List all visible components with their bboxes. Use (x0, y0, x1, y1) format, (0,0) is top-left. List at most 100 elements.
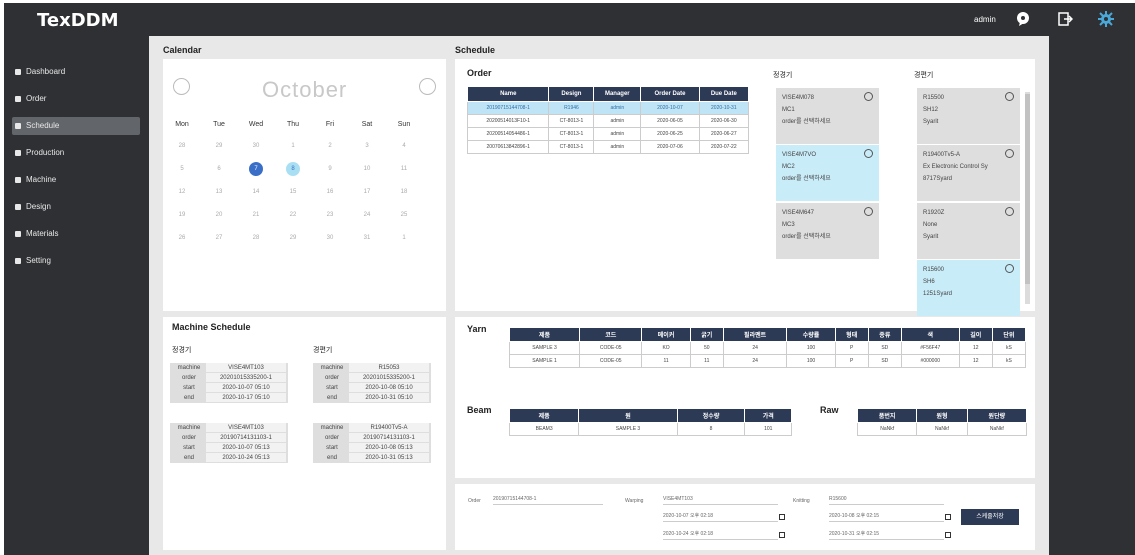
knitting-start-input[interactable]: 2020-10-08 오후 02:15 (829, 511, 944, 522)
warping-schedule-block[interactable]: machine VISE4MT103 order 20201015335200-1 st… (170, 363, 288, 403)
calendar-day[interactable]: 10 (360, 162, 374, 176)
info-icon[interactable] (1005, 207, 1014, 216)
yarn-column-header[interactable]: 굵기 (689, 327, 724, 342)
knitting-card[interactable]: R15600 SH6 1251Syard (917, 260, 1020, 316)
calendar-day[interactable]: 13 (212, 185, 226, 199)
calendar-day[interactable]: 31 (360, 231, 374, 245)
calendar-day[interactable]: 27 (212, 231, 226, 245)
beam-row[interactable]: BEAM3 SAMPLE 3 8 101 (508, 422, 792, 436)
calendar-day[interactable]: 14 (249, 185, 263, 199)
order-column-header[interactable]: Order Date (640, 86, 700, 102)
calendar-day[interactable]: 29 (286, 231, 300, 245)
order-row[interactable]: 20200514054486-1 CT-8013-1 admin 2020-06-25… (466, 127, 750, 141)
knitting-scrollbar[interactable] (1025, 92, 1030, 304)
calendar-day[interactable]: 26 (175, 231, 189, 245)
warping-start-input[interactable]: 2020-10-07 오후 02:18 (663, 511, 778, 522)
yarn-row[interactable]: SAMPLE 1 CODE-05 11 11 24 100 P SD #000000 12 kS (508, 354, 1027, 368)
yarn-column-header[interactable]: 색 (900, 327, 960, 342)
settings-gear-icon[interactable] (1098, 11, 1114, 27)
calendar-day[interactable]: 1 (397, 231, 411, 245)
raw-column-header[interactable]: 원단량 (966, 408, 1028, 423)
order-row[interactable]: 20190715144708-1 R1946 admin 2020-10-07 2020… (466, 101, 750, 115)
logout-icon[interactable] (1057, 11, 1073, 27)
order-row[interactable]: 20200514013F10-1 CT-8013-1 admin 2020-06-05… (466, 114, 750, 128)
yarn-column-header[interactable]: 코드 (579, 327, 643, 342)
calendar-day[interactable]: 1 (286, 139, 300, 153)
sidebar-item-dashboard[interactable]: Dashboard (12, 63, 140, 81)
order-column-header[interactable]: Design (548, 86, 595, 102)
calendar-day[interactable]: 30 (249, 139, 263, 153)
yarn-column-header[interactable]: 형태 (834, 327, 869, 342)
warping-card[interactable]: VISE4M647 MC3 order를 선택하세요 (776, 203, 879, 259)
info-icon[interactable] (864, 92, 873, 101)
calendar-day[interactable]: 7 (249, 162, 263, 176)
knitting-schedule-block[interactable]: machine R15053 order 20201015335200-1 start 2… (313, 363, 431, 403)
calendar-icon[interactable] (779, 532, 785, 538)
order-field[interactable]: 20190715144708-1 (493, 494, 603, 505)
calendar-day[interactable]: 11 (397, 162, 411, 176)
calendar-day[interactable]: 3 (360, 139, 374, 153)
calendar-day[interactable]: 12 (175, 185, 189, 199)
sidebar-item-production[interactable]: Production (12, 144, 140, 162)
calendar-icon[interactable] (945, 532, 951, 538)
calendar-day[interactable]: 5 (175, 162, 189, 176)
yarn-column-header[interactable]: 필라멘트 (722, 327, 788, 342)
knitting-field[interactable]: R15600 (829, 494, 944, 505)
yarn-column-header[interactable]: 메이커 (641, 327, 691, 342)
calendar-day[interactable]: 28 (249, 231, 263, 245)
calendar-day[interactable]: 18 (397, 185, 411, 199)
info-icon[interactable] (864, 149, 873, 158)
info-icon[interactable] (1005, 92, 1014, 101)
order-column-header[interactable]: Manager (593, 86, 642, 102)
sidebar-item-materials[interactable]: Materials (12, 225, 140, 243)
calendar-day[interactable]: 17 (360, 185, 374, 199)
yarn-column-header[interactable]: 길이 (958, 327, 993, 342)
prev-month-button[interactable] (173, 78, 190, 95)
yarn-column-header[interactable]: 수량률 (786, 327, 836, 342)
raw-column-header[interactable]: 품번지 (856, 408, 918, 423)
calendar-day[interactable]: 8 (286, 162, 300, 176)
sidebar-item-schedule[interactable]: Schedule (12, 117, 140, 135)
yarn-column-header[interactable]: 단위 (991, 327, 1027, 342)
calendar-day[interactable]: 23 (323, 208, 337, 222)
info-icon[interactable] (1005, 264, 1014, 273)
calendar-icon[interactable] (945, 514, 951, 520)
calendar-day[interactable]: 2 (323, 139, 337, 153)
calendar-day[interactable]: 16 (323, 185, 337, 199)
calendar-icon[interactable] (779, 514, 785, 520)
raw-row[interactable]: NaNkf NaNkf NaNkf (856, 422, 1028, 436)
raw-column-header[interactable]: 원형 (916, 408, 968, 423)
calendar-day[interactable]: 29 (212, 139, 226, 153)
calendar-day[interactable]: 25 (397, 208, 411, 222)
user-name[interactable]: admin (974, 15, 996, 24)
calendar-day[interactable]: 30 (323, 231, 337, 245)
calendar-day[interactable]: 22 (286, 208, 300, 222)
beam-column-header[interactable]: 정수량 (676, 408, 746, 423)
info-icon[interactable] (1005, 149, 1014, 158)
calendar-day[interactable]: 21 (249, 208, 263, 222)
beam-column-header[interactable]: 원 (578, 408, 678, 423)
info-icon[interactable] (864, 207, 873, 216)
sidebar-item-machine[interactable]: Machine (12, 171, 140, 189)
next-month-button[interactable] (419, 78, 436, 95)
warping-end-input[interactable]: 2020-10-24 오후 02:18 (663, 529, 778, 540)
knitting-card[interactable]: R19400Tv5-A Ex Electronic Control Sy 8717S… (917, 145, 1020, 201)
calendar-day[interactable]: 19 (175, 208, 189, 222)
beam-column-header[interactable]: 가격 (744, 408, 792, 423)
calendar-day[interactable]: 6 (212, 162, 226, 176)
order-column-header[interactable]: Name (466, 86, 550, 102)
yarn-row[interactable]: SAMPLE 3 CODE-05 KO 50 24 100 P SD #F56F47 12 kS (508, 341, 1027, 355)
warping-schedule-block[interactable]: machine VISE4MT103 order 20190714131103-1 st… (170, 423, 288, 463)
knitting-schedule-block[interactable]: machine R19400Tv5-A order 20190714131103-1 s… (313, 423, 431, 463)
order-column-header[interactable]: Due Date (698, 86, 750, 102)
warping-field[interactable]: VISE4MT103 (663, 494, 778, 505)
save-schedule-button[interactable]: 스케줄저장 (961, 509, 1019, 525)
calendar-day[interactable]: 20 (212, 208, 226, 222)
yarn-column-header[interactable]: 제품 (508, 327, 581, 342)
calendar-day[interactable]: 24 (360, 208, 374, 222)
order-row[interactable]: 20070613842896-1 CT-8013-1 admin 2020-07-06… (466, 140, 750, 154)
beam-column-header[interactable]: 제품 (508, 408, 580, 423)
knitting-card[interactable]: R15500 SH12 Syarit (917, 88, 1020, 144)
calendar-day[interactable]: 28 (175, 139, 189, 153)
sidebar-item-order[interactable]: Order (12, 90, 140, 108)
